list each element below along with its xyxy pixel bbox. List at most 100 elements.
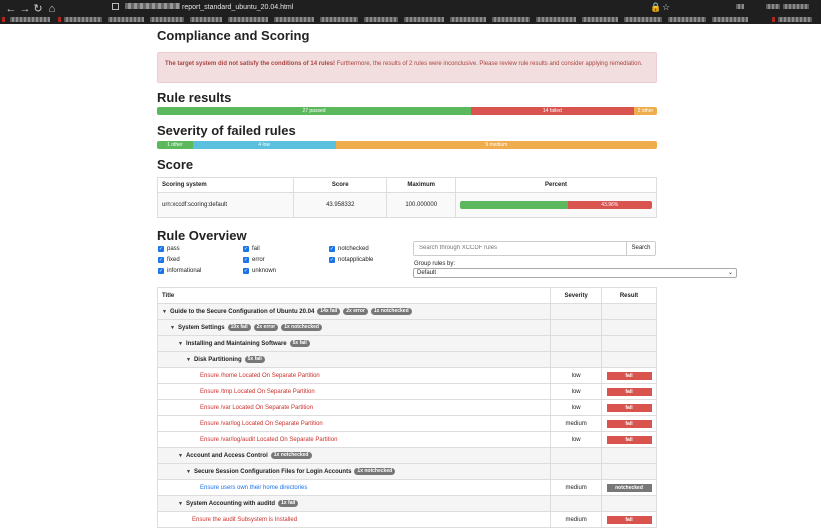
title-wrap: Ensure the audit Subsystem is Installed xyxy=(158,517,550,523)
menu-icon[interactable] xyxy=(783,4,809,9)
result-cell: fail xyxy=(601,511,657,528)
bookmark-item[interactable] xyxy=(64,17,102,22)
url-text: report_standard_ubuntu_20.04.html xyxy=(182,4,294,11)
rule-link[interactable]: Ensure /var/log/audit Located On Separat… xyxy=(200,437,337,443)
rule-link[interactable]: Ensure /tmp Located On Separate Partitio… xyxy=(200,389,315,395)
filter-pass[interactable]: ✓ pass xyxy=(158,245,180,253)
bookmark-item[interactable] xyxy=(492,17,530,22)
group-title[interactable]: Guide to the Secure Configuration of Ubu… xyxy=(170,309,314,315)
forward-icon[interactable]: → xyxy=(18,2,32,16)
rules-table: Title Severity Result ▼ Guide to the Secu… xyxy=(156,287,657,528)
result-badge[interactable]: fail xyxy=(606,419,652,428)
severity-cell xyxy=(550,319,602,336)
severity-cell xyxy=(550,335,602,352)
result-cell: notchecked xyxy=(601,479,657,496)
check-icon[interactable]: ✓ xyxy=(243,257,249,263)
bookmark-item[interactable] xyxy=(190,17,222,22)
rule-link[interactable]: Ensure the audit Subsystem is Installed xyxy=(192,517,297,523)
result-badge[interactable]: fail xyxy=(606,435,652,444)
shield-icon[interactable]: 🔒 xyxy=(650,2,661,13)
result-badge[interactable]: fail xyxy=(606,515,652,524)
score-percent-bar: 43.96% xyxy=(460,201,652,209)
bookmark-item[interactable] xyxy=(320,17,358,22)
filter-fail[interactable]: ✓ fail xyxy=(243,245,260,253)
rule-row: Ensure /var/log/audit Located On Separat… xyxy=(156,431,657,448)
expand-triangle-icon[interactable]: ▼ xyxy=(186,469,191,475)
bookmark-item[interactable] xyxy=(712,17,748,22)
check-icon[interactable]: ✓ xyxy=(243,268,249,274)
filter-informational[interactable]: ✓ informational xyxy=(158,267,201,275)
expand-triangle-icon[interactable]: ▼ xyxy=(186,357,191,363)
check-icon[interactable]: ✓ xyxy=(158,268,164,274)
home-icon[interactable]: ⌂ xyxy=(45,2,59,16)
search-button[interactable]: Search xyxy=(626,242,655,255)
check-icon[interactable]: ✓ xyxy=(329,257,335,263)
expand-triangle-icon[interactable]: ▼ xyxy=(162,309,167,315)
check-icon[interactable]: ✓ xyxy=(158,257,164,263)
filter-unknown[interactable]: ✓ unknown xyxy=(243,267,276,275)
check-icon[interactable]: ✓ xyxy=(329,246,335,252)
check-icon[interactable]: ✓ xyxy=(158,246,164,252)
filter-fixed[interactable]: ✓ fixed xyxy=(158,256,180,264)
group-title[interactable]: Secure Session Configuration Files for L… xyxy=(194,469,351,475)
result-cell: fail xyxy=(601,415,657,432)
bookmark-item[interactable] xyxy=(274,17,314,22)
compliance-title: Compliance and Scoring xyxy=(157,28,310,43)
filter-error[interactable]: ✓ error xyxy=(243,256,265,264)
bookmark-item[interactable] xyxy=(536,17,576,22)
rule-link[interactable]: Ensure /var/log Located On Separate Part… xyxy=(200,421,323,427)
bookmark-icon[interactable] xyxy=(2,17,5,22)
group-title[interactable]: System Settings xyxy=(178,325,225,331)
group-by-label: Group rules by: xyxy=(414,261,456,267)
bookmark-item[interactable] xyxy=(450,17,486,22)
bookmark-item[interactable] xyxy=(364,17,398,22)
bookmark-item[interactable] xyxy=(404,17,444,22)
result-badge[interactable]: fail xyxy=(606,403,652,412)
title-cell: Ensure /var Located On Separate Partitio… xyxy=(156,399,551,416)
count-badge: 14x fail xyxy=(317,308,341,315)
rule-link[interactable]: Ensure users own their home directories xyxy=(200,485,307,491)
bookmark-item[interactable] xyxy=(150,17,184,22)
bookmark-item[interactable] xyxy=(10,17,50,22)
expand-triangle-icon[interactable]: ▼ xyxy=(178,453,183,459)
bookmark-item[interactable] xyxy=(108,17,144,22)
rule-row: Ensure /var/log Located On Separate Part… xyxy=(156,415,657,432)
group-title[interactable]: Disk Partitioning xyxy=(194,357,242,363)
bookmark-item[interactable] xyxy=(668,17,706,22)
expand-triangle-icon[interactable]: ▼ xyxy=(178,341,183,347)
group-title[interactable]: System Accounting with auditd xyxy=(186,501,275,507)
result-badge[interactable]: fail xyxy=(606,387,652,396)
search-input[interactable] xyxy=(414,242,626,255)
filter-notapplicable[interactable]: ✓ notapplicable xyxy=(329,256,373,264)
star-icon[interactable]: ☆ xyxy=(662,2,670,13)
reload-icon[interactable]: ↻ xyxy=(31,2,45,16)
count-badge: 2x error xyxy=(253,324,279,331)
bookmark-item[interactable] xyxy=(778,17,812,22)
bookmark-item[interactable] xyxy=(624,17,662,22)
check-icon[interactable]: ✓ xyxy=(243,246,249,252)
expand-triangle-icon[interactable]: ▼ xyxy=(178,501,183,507)
group-title[interactable]: Account and Access Control xyxy=(186,453,268,459)
back-icon[interactable]: ← xyxy=(4,2,18,16)
severity-other-segment: 1 other xyxy=(157,141,193,149)
result-badge[interactable]: fail xyxy=(606,371,652,380)
group-by-select[interactable]: Default ⌄ xyxy=(413,268,737,278)
score-header-system: Scoring system xyxy=(156,177,295,193)
bookmark-item[interactable] xyxy=(582,17,618,22)
extension-icon[interactable] xyxy=(736,4,744,9)
rule-link[interactable]: Ensure /home Located On Separate Partiti… xyxy=(200,373,320,379)
bookmark-icon[interactable] xyxy=(772,17,775,22)
expand-triangle-icon[interactable]: ▼ xyxy=(170,325,175,331)
bookmark-item[interactable] xyxy=(228,17,268,22)
filter-notchecked[interactable]: ✓ notchecked xyxy=(329,245,369,253)
header-result: Result xyxy=(601,287,657,304)
profile-icon[interactable] xyxy=(766,4,780,9)
result-badge[interactable]: notchecked xyxy=(606,483,652,492)
score-percent-cell: 43.96% xyxy=(455,192,657,218)
severity-cell xyxy=(550,303,602,320)
rule-link[interactable]: Ensure /var Located On Separate Partitio… xyxy=(200,405,313,411)
bookmark-icon[interactable] xyxy=(58,17,61,22)
title-cell: ▼ Guide to the Secure Configuration of Ub… xyxy=(156,303,551,320)
group-title[interactable]: Installing and Maintaining Software xyxy=(186,341,287,347)
address-bar[interactable]: report_standard_ubuntu_20.04.html xyxy=(112,1,632,14)
